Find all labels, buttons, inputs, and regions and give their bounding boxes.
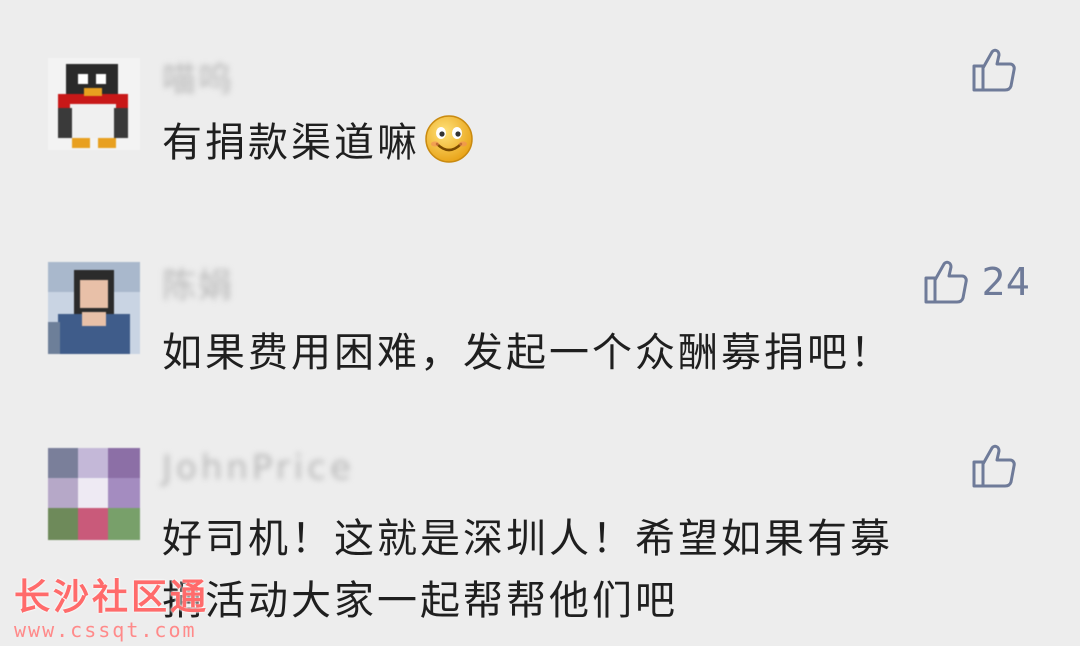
watermark-title: 长沙社区通 (14, 577, 210, 618)
like-button[interactable] (970, 442, 1030, 490)
thumbs-up-icon (972, 444, 1016, 488)
comment-text: 如果费用困难，发起一个众酬募捐吧！ (162, 330, 893, 376)
commenter-name[interactable]: JohnPrice (162, 448, 355, 488)
watermark: 长沙社区通 www.cssqt.com (14, 568, 209, 642)
watermark-url: www.cssqt.com (14, 618, 197, 642)
comment-item: 喵呜 有捐款渠道嘛 (0, 0, 1080, 220)
avatar[interactable] (48, 448, 140, 540)
like-button[interactable]: 24 (922, 258, 1030, 306)
comment-text-body: 有捐款渠道嘛 (162, 120, 420, 166)
smile-emoji-icon (424, 114, 474, 182)
thumbs-up-icon (924, 260, 968, 304)
thumbs-up-icon (972, 48, 1016, 92)
comment-text-line: 好司机！这就是深圳人！希望如果有募 (162, 516, 893, 562)
like-count: 24 (981, 260, 1030, 304)
comment-text: 有捐款渠道嘛 (162, 112, 1002, 182)
commenter-name[interactable]: 喵呜 (162, 52, 234, 101)
like-button[interactable] (970, 46, 1030, 94)
comment-text: 好司机！这就是深圳人！希望如果有募 捐活动大家一起帮帮他们吧 (162, 508, 1002, 632)
commenter-name[interactable]: 陈娟 (162, 258, 234, 307)
comment-text-line: 捐活动大家一起帮帮他们吧 (162, 578, 678, 624)
avatar[interactable] (48, 58, 140, 150)
avatar[interactable] (48, 262, 140, 354)
